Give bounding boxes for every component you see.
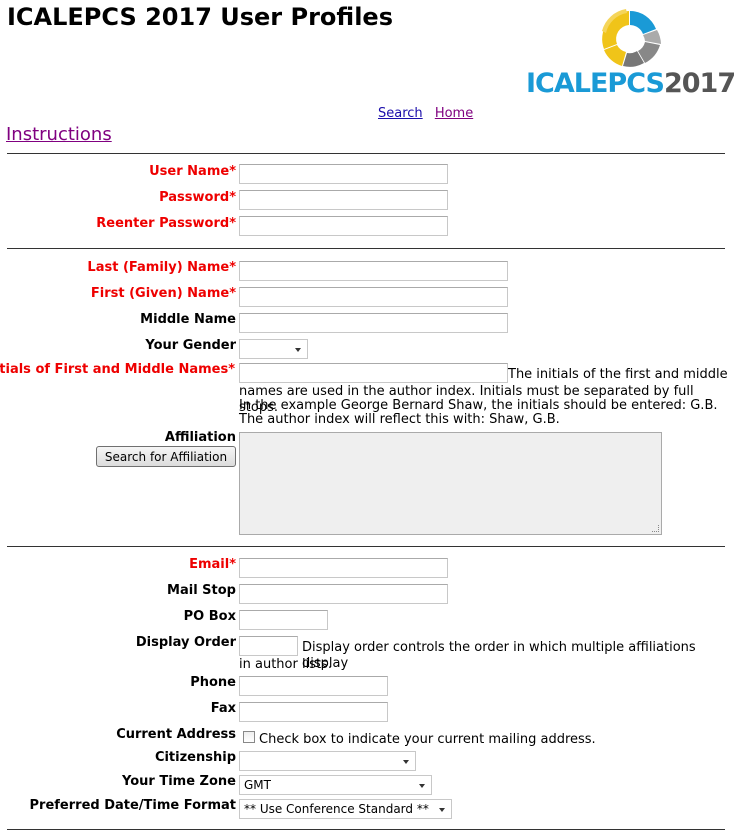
logo-text-right: 2017 — [663, 68, 734, 99]
logo-text: ICALEPCS2017 — [526, 68, 734, 99]
date-format-value: ** Use Conference Standard ** — [244, 802, 429, 816]
affiliation-label: Affiliation — [164, 430, 236, 445]
conference-logo: ICALEPCS2017 — [526, 6, 734, 100]
date-format-label: Preferred Date/Time Format — [29, 798, 236, 813]
current-address-label: Current Address — [116, 727, 236, 742]
fax-input[interactable] — [239, 702, 388, 722]
first-name-input[interactable] — [239, 287, 508, 307]
current-address-help: Check box to indicate your current maili… — [259, 732, 596, 747]
user-name-input[interactable] — [239, 164, 448, 184]
chevron-down-icon — [419, 784, 425, 788]
time-zone-label: Your Time Zone — [122, 774, 236, 789]
date-format-select[interactable]: ** Use Conference Standard ** — [239, 799, 452, 819]
top-nav: Search Home — [378, 106, 481, 121]
gender-label: Your Gender — [145, 338, 236, 353]
time-zone-select[interactable]: GMT — [239, 775, 432, 795]
mail-stop-input[interactable] — [239, 584, 448, 604]
phone-label: Phone — [190, 675, 236, 690]
po-box-label: PO Box — [183, 609, 236, 624]
divider — [7, 829, 725, 830]
email-label: Email* — [189, 557, 236, 572]
email-input[interactable] — [239, 558, 448, 578]
last-name-input[interactable] — [239, 261, 508, 281]
po-box-input[interactable] — [239, 610, 328, 630]
logo-text-left: ICALEPCS — [526, 68, 665, 99]
home-link[interactable]: Home — [435, 106, 473, 121]
user-name-label: User Name* — [149, 164, 236, 179]
phone-input[interactable] — [239, 676, 388, 696]
logo-emblem-icon — [602, 9, 661, 67]
initials-input[interactable] — [239, 363, 508, 383]
initials-help-1: The initials of the first and middle — [508, 367, 728, 382]
reenter-password-label: Reenter Password* — [96, 216, 236, 231]
reenter-password-input[interactable] — [239, 216, 448, 236]
page-title: ICALEPCS 2017 User Profiles — [7, 3, 393, 31]
chevron-down-icon — [403, 760, 409, 764]
fax-label: Fax — [210, 701, 236, 716]
initials-help-4: The author index will reflect this with:… — [239, 412, 560, 427]
mail-stop-label: Mail Stop — [167, 583, 236, 598]
password-input[interactable] — [239, 190, 448, 210]
display-order-help-2: in author lists. — [239, 657, 332, 672]
search-link[interactable]: Search — [378, 106, 423, 121]
display-order-input[interactable] — [239, 636, 298, 656]
divider — [7, 153, 725, 154]
password-label: Password* — [159, 190, 236, 205]
resize-grip-icon[interactable] — [652, 525, 659, 532]
search-affiliation-button[interactable]: Search for Affiliation — [96, 446, 236, 467]
middle-name-input[interactable] — [239, 313, 508, 333]
divider — [7, 248, 725, 249]
gender-select[interactable] — [239, 339, 308, 359]
display-order-help-1: Display order controls the order in whic… — [302, 640, 696, 671]
chevron-down-icon — [295, 348, 301, 352]
last-name-label: Last (Family) Name* — [87, 260, 236, 275]
affiliation-textarea[interactable] — [239, 432, 662, 535]
display-order-label: Display Order — [135, 635, 236, 650]
citizenship-label: Citizenship — [154, 750, 236, 765]
first-name-label: First (Given) Name* — [90, 286, 236, 301]
time-zone-value: GMT — [244, 778, 271, 792]
citizenship-select[interactable] — [239, 751, 416, 771]
current-address-checkbox[interactable] — [243, 731, 255, 743]
instructions-link[interactable]: Instructions — [6, 124, 112, 145]
divider — [7, 546, 725, 547]
initials-label: Initials of First and Middle Names* — [0, 362, 235, 377]
chevron-down-icon — [439, 808, 445, 812]
middle-name-label: Middle Name — [140, 312, 236, 327]
